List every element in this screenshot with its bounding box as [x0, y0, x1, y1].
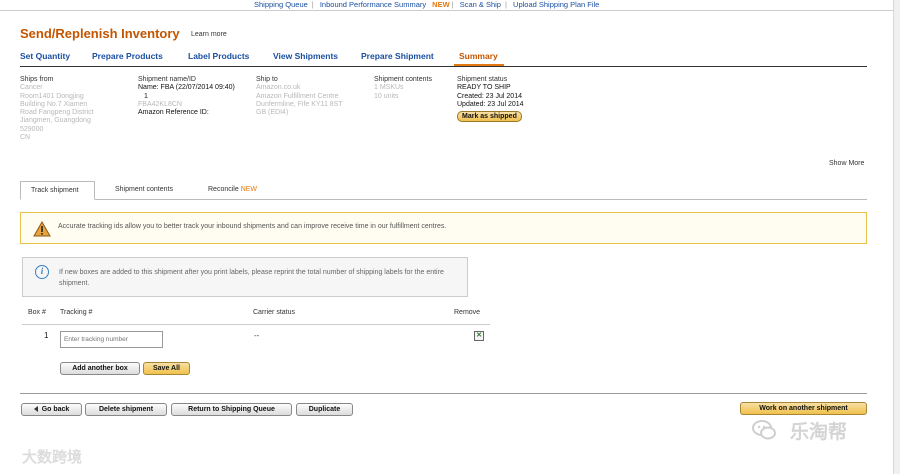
actions-divider — [20, 393, 867, 394]
tabs-divider — [20, 66, 867, 67]
remove-box-icon[interactable]: ✕ — [474, 331, 484, 341]
watermark-right: 乐淘帮 — [790, 422, 848, 443]
contents-line: 1 MSKUs — [374, 84, 404, 92]
ships-from-line: 529000 — [20, 125, 44, 133]
scrollbar[interactable] — [893, 0, 900, 474]
ship-to-line: Amazon.co.uk — [256, 84, 301, 92]
tab-reconcile[interactable]: Reconcile NEW — [208, 186, 257, 193]
save-all-button[interactable]: Save All — [143, 362, 190, 375]
warning-icon — [33, 221, 51, 237]
nav-separator: | — [311, 0, 314, 9]
alert-text: Accurate tracking ids allow you to bette… — [58, 223, 447, 230]
go-back-label: Go back — [41, 406, 70, 413]
nav-upload-plan[interactable]: Upload Shipping Plan File — [513, 0, 599, 9]
ship-to-column: Ship to Amazon.co.uk Amazon Fulfillment … — [256, 76, 343, 117]
reconcile-label: Reconcile — [208, 186, 239, 193]
top-navigation: Shipping Queue | Inbound Performance Summ… — [250, 0, 603, 10]
new-badge: NEW — [240, 186, 258, 193]
ships-from-line: Room1401 Dongjing — [20, 92, 84, 100]
column-header-tracking: Tracking # — [60, 309, 93, 316]
amazon-reference-id: Amazon Reference ID: — [138, 109, 209, 117]
shipment-contents-label: Shipment contents — [374, 76, 432, 83]
wechat-icon — [752, 420, 776, 440]
column-header-carrier: Carrier status — [253, 309, 296, 316]
learn-more-link[interactable]: Learn more — [191, 31, 227, 38]
nav-shipping-queue[interactable]: Shipping Queue — [254, 0, 308, 9]
tracking-table-header: Box # Tracking # Carrier status Remove — [22, 309, 490, 325]
ship-to-line: Amazon Fulfillment Centre — [256, 92, 339, 100]
column-header-box: Box # — [28, 309, 46, 316]
info-icon: i — [35, 265, 49, 279]
tab-prepare-shipment[interactable]: Prepare Shipment — [361, 51, 434, 61]
mark-as-shipped-button[interactable]: Mark as shipped — [457, 111, 522, 123]
column-header-remove: Remove — [454, 309, 481, 316]
shipment-name-label: Shipment name/ID — [138, 76, 196, 83]
nav-separator: | — [504, 0, 507, 9]
tab-label-products[interactable]: Label Products — [188, 51, 249, 61]
ships-from-line: Road Fangpeng District — [20, 109, 94, 117]
go-back-button[interactable]: Go back — [21, 403, 82, 416]
created-date: Created: 23 Jul 2014 — [457, 92, 522, 100]
tab-shipment-contents[interactable]: Shipment contents — [115, 186, 173, 193]
show-more-link[interactable]: Show More — [829, 160, 864, 167]
tab-summary[interactable]: Summary — [459, 51, 498, 61]
contents-line: 10 units — [374, 92, 399, 100]
nav-scan-ship[interactable]: Scan & Ship — [460, 0, 501, 9]
tab-set-quantity[interactable]: Set Quantity — [20, 51, 70, 61]
tracking-alert: Accurate tracking ids allow you to bette… — [20, 212, 867, 244]
notice-text: If new boxes are added to this shipment … — [59, 269, 444, 287]
ships-from-line: Cancer — [20, 84, 43, 92]
ships-from-line: CN — [20, 134, 31, 142]
tab-prepare-products[interactable]: Prepare Products — [92, 51, 163, 61]
nav-inbound-performance[interactable]: Inbound Performance Summary — [320, 0, 426, 9]
ships-from-line: Jiangmen, Guangdong — [20, 117, 91, 125]
ship-to-line: GB (EDI4) — [256, 109, 289, 117]
tab-view-shipments[interactable]: View Shipments — [273, 51, 338, 61]
add-another-box-button[interactable]: Add another box — [60, 362, 140, 375]
watermark-left: 大数跨境 — [22, 449, 83, 466]
top-divider — [0, 10, 900, 11]
updated-date: Updated: 23 Jul 2014 — [457, 100, 524, 108]
duplicate-button[interactable]: Duplicate — [296, 403, 353, 416]
tab-track-shipment[interactable]: Track shipment — [20, 181, 95, 200]
ships-from-line: Building No.7 Xiamen — [20, 100, 88, 108]
delete-shipment-button[interactable]: Delete shipment — [85, 403, 167, 416]
ship-to-line: Dunfermline, Fife KY11 8ST — [256, 100, 343, 108]
shipment-name-column: Shipment name/ID Name: FBA (22/07/2014 0… — [138, 76, 235, 117]
page-title: Send/Replenish Inventory — [20, 26, 180, 41]
tracking-number-input[interactable] — [60, 331, 163, 348]
new-badge: NEW — [432, 0, 450, 9]
return-to-shipping-queue-button[interactable]: Return to Shipping Queue — [171, 403, 292, 416]
carrier-status-value: -- — [254, 331, 260, 340]
box-number: 1 — [44, 331, 49, 340]
label-notice: i If new boxes are added to this shipmen… — [22, 257, 468, 297]
shipment-status-value: READY TO SHIP — [457, 84, 511, 92]
work-on-another-shipment-button[interactable]: Work on another shipment — [740, 402, 867, 415]
nav-separator: | — [451, 0, 454, 9]
ship-to-label: Ship to — [256, 76, 278, 83]
shipment-name-value: Name: FBA (22/07/2014 09:40) — [138, 84, 235, 92]
arrow-left-icon — [33, 406, 38, 413]
shipment-status-column: Shipment status READY TO SHIP Created: 2… — [457, 76, 524, 123]
shipment-sub-tabs: Track shipment Shipment contents Reconci… — [20, 181, 867, 200]
shipment-contents-column: Shipment contents 1 MSKUs 10 units — [374, 76, 432, 101]
shipment-number: 1 — [144, 92, 148, 100]
shipment-fba-id: FBA42KL8CN — [138, 100, 182, 108]
ships-from-column: Ships from Cancer Room1401 Dongjing Buil… — [20, 76, 94, 142]
shipment-status-label: Shipment status — [457, 76, 508, 83]
ships-from-label: Ships from — [20, 76, 54, 83]
